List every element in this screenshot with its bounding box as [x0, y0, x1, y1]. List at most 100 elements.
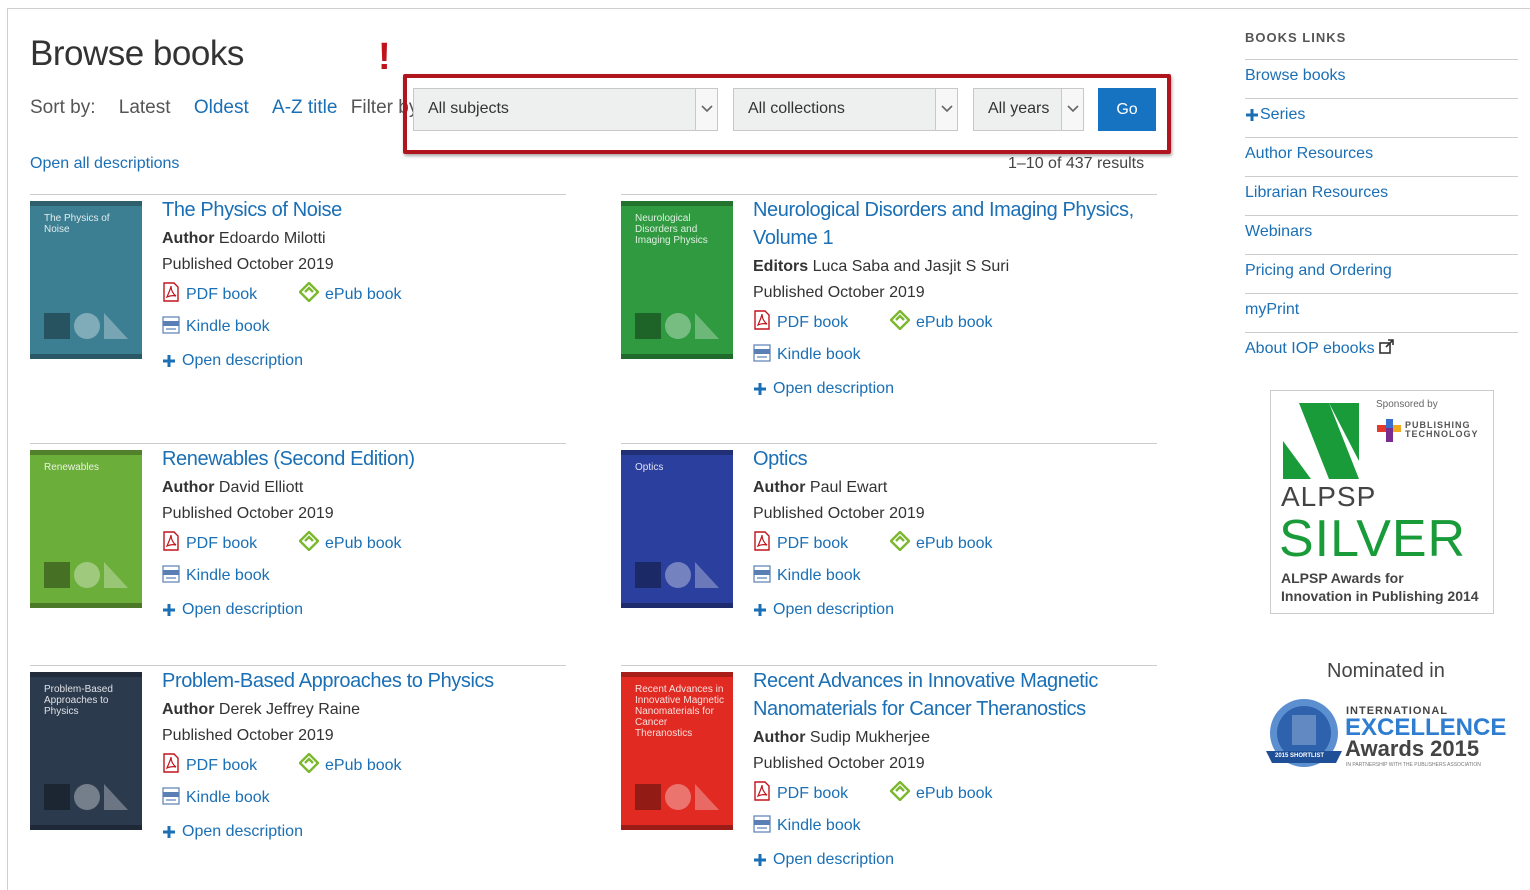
- published-date: Published October 2019: [162, 727, 334, 744]
- book-cover[interactable]: Neurological Disorders and Imaging Physi…: [621, 201, 733, 359]
- plus-icon: [754, 604, 766, 616]
- alpsp-logo-icon: [1283, 403, 1359, 479]
- kindle-book-link[interactable]: Kindle book: [162, 787, 270, 806]
- pdf-book-link[interactable]: PDF book: [753, 781, 848, 803]
- epub-book-link[interactable]: ePub book: [299, 531, 402, 553]
- sidebar-link-browse-books[interactable]: Browse books: [1245, 67, 1346, 84]
- plus-icon: [163, 604, 175, 616]
- badge-small-text: IN PARTNERSHIP WITH THE PUBLISHERS ASSOC…: [1346, 762, 1481, 768]
- pdf-book-label: PDF book: [777, 314, 849, 331]
- plus-icon: [163, 826, 175, 838]
- pdf-book-link[interactable]: PDF book: [753, 310, 848, 332]
- pdf-book-link[interactable]: PDF book: [753, 531, 848, 553]
- kindle-book-label: Kindle book: [186, 318, 270, 335]
- sort-latest[interactable]: Latest: [119, 97, 171, 118]
- book-cover[interactable]: Optics: [621, 450, 733, 608]
- cover-title: The Physics of Noise: [44, 213, 110, 235]
- kindle-book-label: Kindle book: [777, 346, 861, 363]
- epub-book-label: ePub book: [325, 535, 402, 552]
- epub-book-link[interactable]: ePub book: [890, 310, 993, 332]
- kindle-book-link[interactable]: Kindle book: [753, 815, 861, 834]
- pdf-icon: [754, 310, 770, 330]
- sidebar-link-author-resources[interactable]: Author Resources: [1245, 145, 1373, 162]
- pdf-book-link[interactable]: PDF book: [162, 753, 257, 775]
- epub-book-link[interactable]: ePub book: [890, 781, 993, 803]
- sort-az-title[interactable]: A-Z title: [272, 97, 337, 118]
- book-title-link[interactable]: Recent Advances in Innovative Magnetic N…: [753, 667, 1163, 723]
- chevron-down-icon: [1061, 89, 1083, 130]
- epub-icon: [890, 781, 910, 801]
- sidebar-link-webinars[interactable]: Webinars: [1245, 223, 1312, 240]
- open-description-link[interactable]: Open description: [162, 352, 303, 369]
- book-info: Renewables (Second Edition) Author David …: [162, 445, 572, 619]
- open-description-link[interactable]: Open description: [753, 601, 894, 618]
- epub-book-label: ePub book: [916, 785, 993, 802]
- books-links-sidebar: BOOKS LINKS Browse books Series Author R…: [1245, 28, 1518, 372]
- go-button[interactable]: Go: [1098, 88, 1156, 131]
- badge-line3: Awards 2015: [1345, 736, 1480, 761]
- book-title-link[interactable]: Problem-Based Approaches to Physics: [162, 667, 572, 695]
- book-title-link[interactable]: Optics: [753, 445, 1163, 473]
- open-description-label: Open description: [182, 601, 303, 618]
- published-date: Published October 2019: [753, 755, 925, 772]
- open-description-link[interactable]: Open description: [753, 851, 894, 868]
- author-names: David Elliott: [218, 479, 304, 496]
- kindle-book-link[interactable]: Kindle book: [162, 565, 270, 584]
- format-links: PDF book ePub book: [753, 531, 1163, 557]
- plus-icon: [163, 355, 175, 367]
- cover-title: Neurological Disorders and Imaging Physi…: [635, 213, 708, 246]
- pdf-icon: [163, 531, 179, 551]
- book-info: Problem-Based Approaches to Physics Autho…: [162, 667, 572, 841]
- kindle-icon: [162, 316, 180, 334]
- cover-band: [30, 825, 142, 830]
- sort-oldest[interactable]: Oldest: [194, 97, 249, 118]
- sidebar-link-about-iop-ebooks[interactable]: About IOP ebooks: [1245, 339, 1394, 357]
- epub-book-link[interactable]: ePub book: [890, 531, 993, 553]
- collections-select[interactable]: All collections: [733, 88, 958, 131]
- epub-book-label: ePub book: [325, 286, 402, 303]
- alert-mark: !: [378, 36, 391, 78]
- kindle-book-link[interactable]: Kindle book: [753, 565, 861, 584]
- book-author-line: Author Derek Jeffrey Raine: [162, 699, 572, 721]
- open-description-link[interactable]: Open description: [162, 823, 303, 840]
- pdf-book-label: PDF book: [186, 286, 258, 303]
- epub-icon: [890, 531, 910, 551]
- format-links: PDF book ePub book: [753, 781, 1163, 807]
- divider: [30, 443, 566, 444]
- nominated-label: Nominated in: [1327, 660, 1445, 682]
- cover-title: Optics: [635, 462, 664, 473]
- author-role: Author: [753, 729, 806, 746]
- years-select[interactable]: All years: [973, 88, 1084, 131]
- kindle-book-link[interactable]: Kindle book: [162, 316, 270, 335]
- book-cover[interactable]: The Physics of Noise: [30, 201, 142, 359]
- cover-band: [621, 450, 733, 455]
- open-description-link[interactable]: Open description: [162, 601, 303, 618]
- sort-bar: Sort by: Latest Oldest A-Z title Filter …: [30, 97, 418, 119]
- pdf-book-link[interactable]: PDF book: [162, 531, 257, 553]
- sidebar-link-series-label: Series: [1260, 106, 1306, 123]
- book-title-link[interactable]: Renewables (Second Edition): [162, 445, 572, 473]
- sidebar-link-myprint[interactable]: myPrint: [1245, 301, 1299, 318]
- format-links: PDF book ePub book: [162, 282, 572, 308]
- subjects-select[interactable]: All subjects: [413, 88, 718, 131]
- pdf-book-link[interactable]: PDF book: [162, 282, 257, 304]
- sidebar-link-series[interactable]: Series: [1245, 106, 1305, 123]
- open-all-descriptions-link[interactable]: Open all descriptions: [30, 155, 179, 173]
- author-role: Author: [162, 479, 215, 496]
- epub-book-link[interactable]: ePub book: [299, 282, 402, 304]
- open-description-link[interactable]: Open description: [753, 380, 894, 397]
- sidebar-link-librarian-resources[interactable]: Librarian Resources: [1245, 184, 1388, 201]
- epub-book-link[interactable]: ePub book: [299, 753, 402, 775]
- author-role: Author: [162, 230, 215, 247]
- book-cover[interactable]: Problem-Based Approaches to Physics: [30, 672, 142, 830]
- sidebar-link-pricing-ordering[interactable]: Pricing and Ordering: [1245, 262, 1392, 279]
- kindle-book-label: Kindle book: [186, 567, 270, 584]
- kindle-book-link[interactable]: Kindle book: [753, 344, 861, 363]
- book-cover[interactable]: Recent Advances in Innovative Magnetic N…: [621, 672, 733, 830]
- book-cover[interactable]: Renewables: [30, 450, 142, 608]
- cover-band: [30, 672, 142, 677]
- book-title-link[interactable]: Neurological Disorders and Imaging Physi…: [753, 196, 1163, 252]
- published-date: Published October 2019: [753, 505, 925, 522]
- book-title-link[interactable]: The Physics of Noise: [162, 196, 572, 224]
- cover-shapes-icon: [635, 562, 719, 588]
